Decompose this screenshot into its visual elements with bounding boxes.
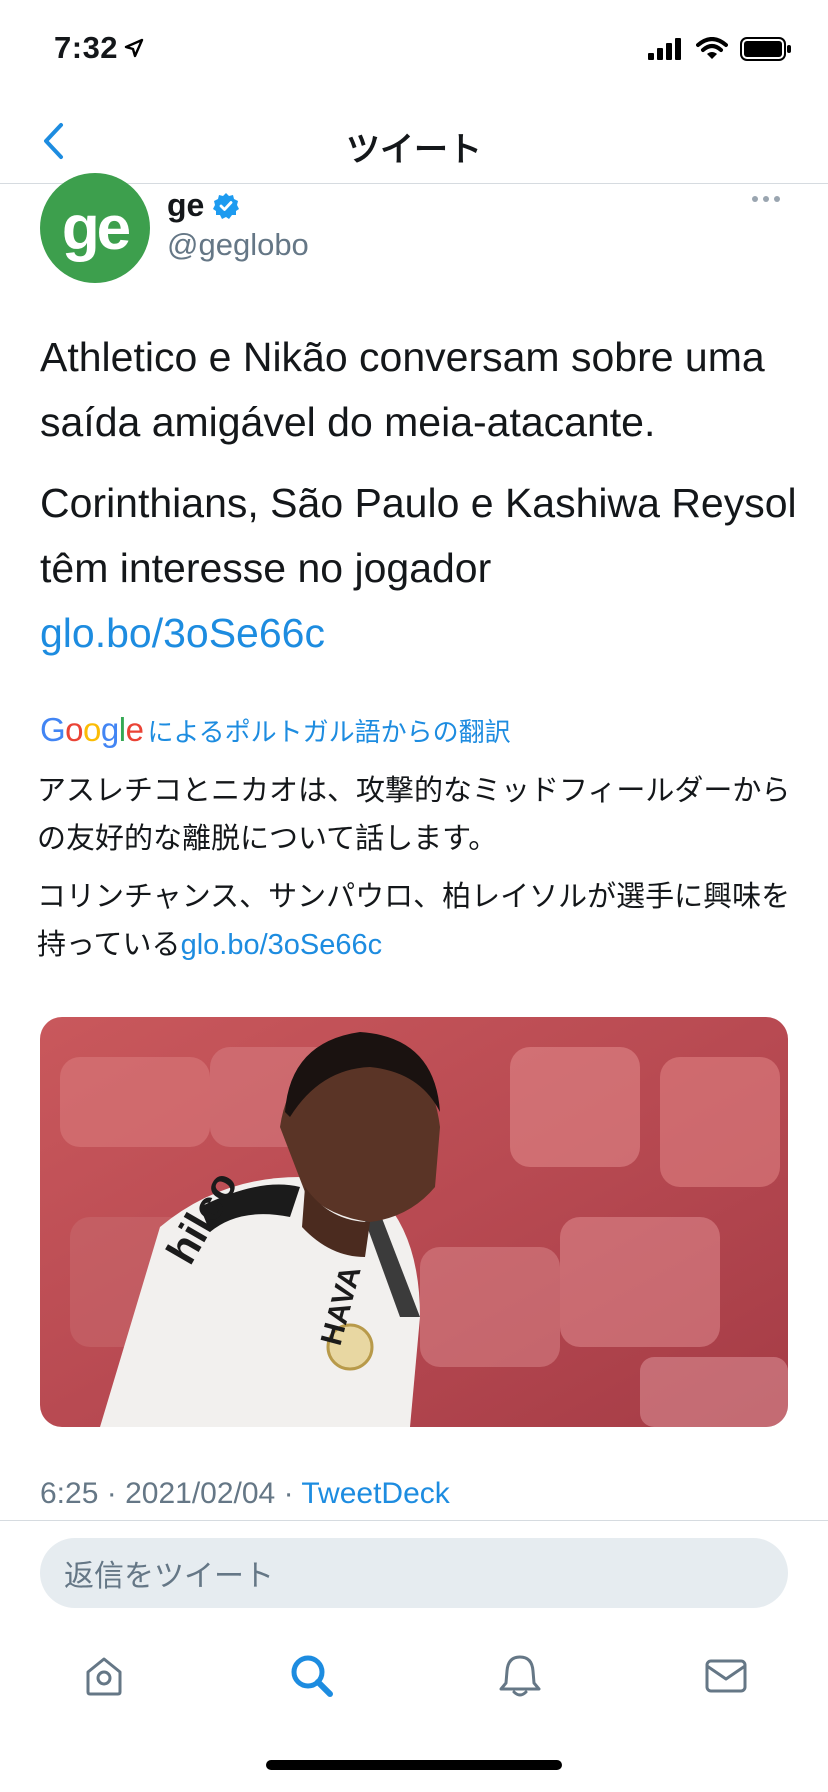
tweet-paragraph-2: Corinthians, São Paulo e Kashiwa Reysol …	[40, 471, 800, 666]
status-time: 7:32	[54, 30, 144, 66]
status-bar: 7:32	[0, 0, 828, 100]
tweet-source-link[interactable]: TweetDeck	[301, 1477, 449, 1510]
author-row: ge ge @geglobo	[40, 173, 788, 283]
dot	[774, 196, 780, 202]
meta-separator: ·	[106, 1477, 117, 1510]
dot	[763, 196, 769, 202]
author-name[interactable]: ge	[167, 187, 240, 224]
player-photo: hilco HAVA	[40, 1017, 788, 1427]
translated-text: アスレチコとニカオは、攻撃的なミッドフィールダーからの友好的な離脱について話しま…	[37, 767, 797, 979]
verified-badge-icon	[213, 192, 240, 219]
battery-icon	[740, 37, 791, 61]
avatar[interactable]: ge	[40, 173, 150, 283]
signal-icon	[648, 38, 681, 60]
home-icon	[86, 1657, 122, 1696]
tweet-link[interactable]: glo.bo/3oSe66c	[40, 610, 325, 656]
dot	[752, 196, 758, 202]
tab-home[interactable]	[76, 1648, 132, 1704]
tweet-meta: 6:25 · 2021/02/04 · TweetDeck	[40, 1477, 450, 1511]
google-logo: Google	[40, 711, 144, 748]
wifi-icon	[696, 37, 728, 59]
bell-icon	[499, 1655, 541, 1697]
tab-messages[interactable]	[698, 1648, 754, 1704]
translated-paragraph-2: コリンチャンス、サンパウロ、柏レイソルが選手に興味を持っているglo.bo/3o…	[37, 873, 797, 969]
tweet-media-image[interactable]: hilco HAVA	[40, 1017, 788, 1427]
display-name-text: ge	[167, 187, 205, 223]
status-icons	[648, 36, 792, 62]
reply-input[interactable]: 返信をツイート	[40, 1538, 788, 1608]
translation-label: によるポルトガル語からの翻訳	[147, 716, 511, 747]
page-title: ツイート	[346, 131, 482, 169]
tweet-text: Athletico e Nikão conversam sobre uma sa…	[40, 325, 800, 682]
more-options-button[interactable]	[744, 187, 788, 211]
translated-paragraph-2-text: コリンチャンス、サンパウロ、柏レイソルが選手に興味を持っている	[37, 881, 791, 961]
tweet-paragraph-1: Athletico e Nikão conversam sobre uma sa…	[40, 334, 765, 445]
translation-attribution[interactable]: Google によるポルトガル語からの翻訳	[40, 711, 511, 749]
tab-notifications[interactable]	[492, 1648, 548, 1704]
status-time-text: 7:32	[54, 30, 119, 65]
reply-bar: 返信をツイート	[0, 1520, 828, 1620]
mail-icon	[705, 1659, 747, 1693]
tab-bar	[0, 1620, 828, 1726]
home-indicator[interactable]	[266, 1760, 562, 1770]
meta-separator: ·	[283, 1477, 294, 1510]
tweet-date: 2021/02/04	[125, 1477, 276, 1510]
search-icon	[291, 1655, 333, 1697]
translated-link[interactable]: glo.bo/3oSe66c	[181, 929, 383, 961]
translated-paragraph-1: アスレチコとニカオは、攻撃的なミッドフィールダーからの友好的な離脱について話しま…	[37, 775, 791, 855]
location-arrow-icon	[124, 38, 144, 58]
tweet-time: 6:25	[40, 1477, 99, 1510]
author-handle[interactable]: @geglobo	[167, 227, 309, 263]
tab-search[interactable]	[284, 1648, 340, 1704]
tweet-paragraph-2-text: Corinthians, São Paulo e Kashiwa Reysol …	[40, 480, 797, 591]
nav-bar: ツイート	[0, 100, 828, 184]
